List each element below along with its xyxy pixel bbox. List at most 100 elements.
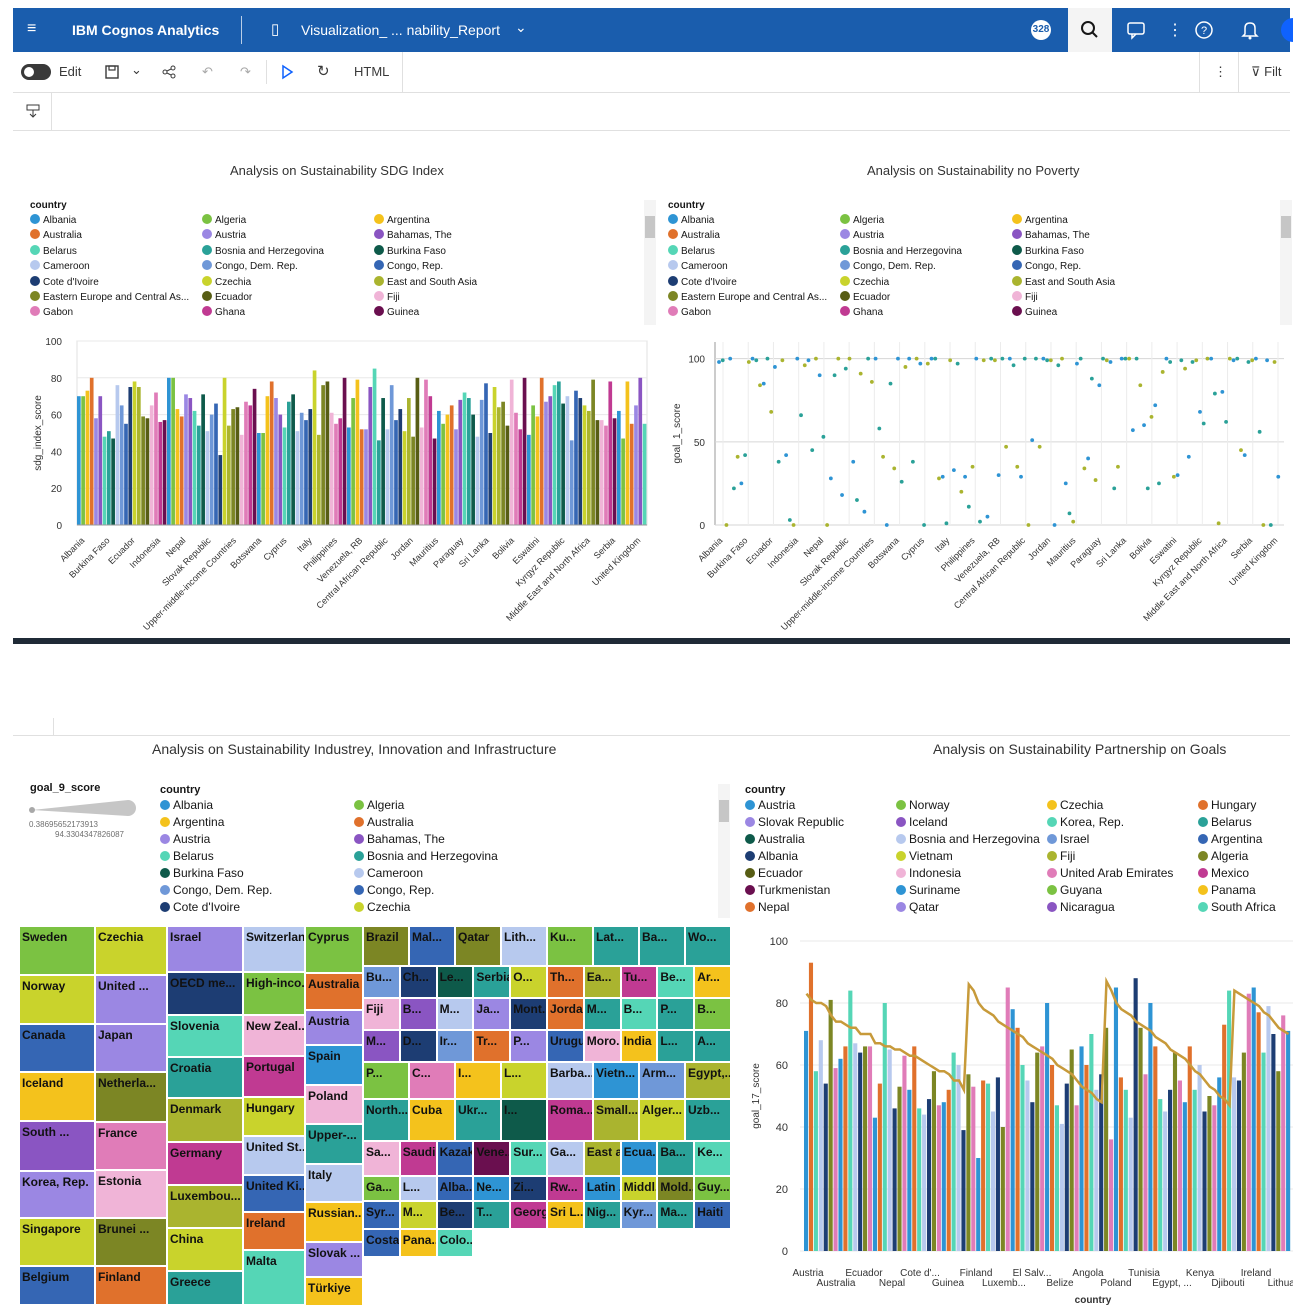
treemap-cell[interactable]: Mal... [409, 926, 455, 966]
bar[interactable] [111, 438, 115, 525]
data-point[interactable] [840, 493, 844, 497]
legend-scrollbar[interactable] [1280, 200, 1292, 325]
treemap-cell[interactable]: Belgium [19, 1266, 95, 1305]
treemap-cell[interactable]: Ar... [694, 966, 731, 998]
undo-icon[interactable]: ↶ [202, 64, 213, 80]
treemap-cell[interactable]: Estonia [95, 1170, 167, 1218]
treemap-cell[interactable]: Poland [305, 1085, 363, 1124]
data-point[interactable] [825, 523, 830, 527]
legend-item[interactable]: Austria [160, 832, 210, 846]
treemap-cell[interactable]: L... [399, 1176, 437, 1201]
legend-item[interactable]: Hungary [1198, 798, 1256, 812]
bar[interactable] [604, 425, 608, 525]
bar[interactable] [557, 381, 561, 525]
bar[interactable] [936, 1105, 941, 1251]
bar[interactable] [261, 433, 265, 525]
data-point[interactable] [802, 363, 807, 368]
bar[interactable] [329, 412, 334, 525]
bar[interactable] [402, 431, 407, 525]
treemap-cell[interactable]: Costa ... [363, 1229, 400, 1257]
data-point[interactable] [937, 476, 941, 481]
data-point[interactable] [1119, 356, 1124, 361]
treemap-cell[interactable]: Austria [305, 1010, 363, 1045]
legend-item[interactable]: Czechia [202, 275, 251, 290]
legend-item[interactable]: Congo, Rep. [1012, 260, 1081, 274]
bar[interactable] [137, 387, 141, 525]
treemap-cell[interactable]: Vene... [473, 1141, 511, 1176]
bar[interactable] [334, 423, 338, 525]
legend-item[interactable]: Bahamas, The [1012, 229, 1090, 243]
bar[interactable] [278, 414, 283, 525]
bar[interactable] [1271, 1034, 1276, 1251]
data-point[interactable] [1194, 358, 1199, 363]
data-point[interactable] [1007, 356, 1012, 361]
treemap-cell[interactable]: Switzerland [243, 926, 305, 972]
treemap-cell[interactable]: Urugu... [547, 1030, 584, 1062]
legend-item[interactable]: Congo, Dem. Rep. [160, 883, 272, 897]
data-point[interactable] [1171, 474, 1176, 479]
data-point[interactable] [970, 464, 975, 469]
legend-item[interactable]: Ghana [840, 306, 883, 320]
legend-item[interactable]: Cameroon [30, 260, 90, 274]
data-point[interactable] [1205, 356, 1210, 361]
treemap-cell[interactable]: Cyprus [305, 926, 363, 973]
data-point[interactable] [862, 509, 867, 514]
search-button[interactable] [1068, 8, 1112, 52]
data-point[interactable] [963, 474, 967, 479]
legend-item[interactable]: Fiji [374, 291, 400, 305]
data-point[interactable] [1052, 523, 1057, 527]
bar[interactable] [274, 398, 278, 525]
bar[interactable] [527, 434, 531, 525]
data-point[interactable] [1168, 360, 1173, 364]
treemap-cell[interactable]: I... [455, 1062, 501, 1099]
bar[interactable] [1217, 1077, 1222, 1251]
treemap-cell[interactable]: Hungary [243, 1097, 305, 1136]
treemap-cell[interactable]: Germany [167, 1142, 243, 1185]
bar[interactable] [377, 440, 381, 525]
treemap-cell[interactable]: Ke... [694, 1141, 731, 1176]
legend-item[interactable]: Congo, Rep. [354, 883, 434, 897]
data-point[interactable] [1000, 356, 1005, 361]
bar[interactable] [359, 429, 364, 525]
treemap-cell[interactable]: Kyr... [620, 1201, 658, 1229]
treemap-cell[interactable]: New Zeal... [243, 1015, 305, 1056]
data-point[interactable] [1048, 358, 1053, 363]
bar[interactable] [171, 377, 175, 525]
bar[interactable] [1045, 1003, 1050, 1251]
treemap-cell[interactable]: Ga... [547, 1141, 584, 1176]
bar[interactable] [197, 425, 201, 525]
bar[interactable] [638, 377, 643, 525]
bar[interactable] [299, 412, 304, 525]
bar[interactable] [321, 385, 325, 525]
bar[interactable] [132, 381, 137, 525]
bar[interactable] [981, 1080, 986, 1252]
data-point[interactable] [1201, 421, 1206, 426]
legend-item[interactable]: Norway [896, 798, 950, 812]
legend-item[interactable]: Congo, Rep. [374, 260, 443, 274]
treemap-cell[interactable]: Ku... [547, 926, 593, 966]
legend-item[interactable]: Austria [745, 798, 795, 812]
data-point[interactable] [728, 356, 733, 361]
legend-item[interactable]: Congo, Dem. Rep. [202, 260, 298, 274]
bar[interactable] [565, 396, 570, 525]
bar[interactable] [385, 429, 390, 525]
treemap-cell[interactable]: Saudi ... [399, 1141, 437, 1176]
treemap-cell[interactable]: Le... [436, 966, 474, 998]
treemap-cell[interactable]: M... [436, 998, 474, 1030]
legend-item[interactable]: Algeria [202, 214, 246, 228]
treemap-cell[interactable]: Fiji [363, 998, 400, 1030]
legend-item[interactable]: Albania [745, 849, 798, 863]
data-point[interactable] [1142, 423, 1146, 428]
bar[interactable] [1094, 1089, 1099, 1251]
data-point[interactable] [1034, 356, 1038, 361]
legend-item[interactable]: Korea, Rep. [1047, 815, 1124, 829]
bar[interactable] [1246, 993, 1251, 1251]
bar[interactable] [1123, 1089, 1128, 1251]
treemap-cell[interactable]: D... [399, 1030, 437, 1062]
bar[interactable] [813, 1071, 818, 1251]
bar[interactable] [218, 455, 223, 525]
data-point[interactable] [1268, 523, 1273, 527]
chevron-down-icon[interactable]: ⌄ [515, 19, 527, 36]
treemap-cell[interactable]: Haiti [694, 1201, 731, 1229]
avatar[interactable] [1281, 18, 1293, 42]
